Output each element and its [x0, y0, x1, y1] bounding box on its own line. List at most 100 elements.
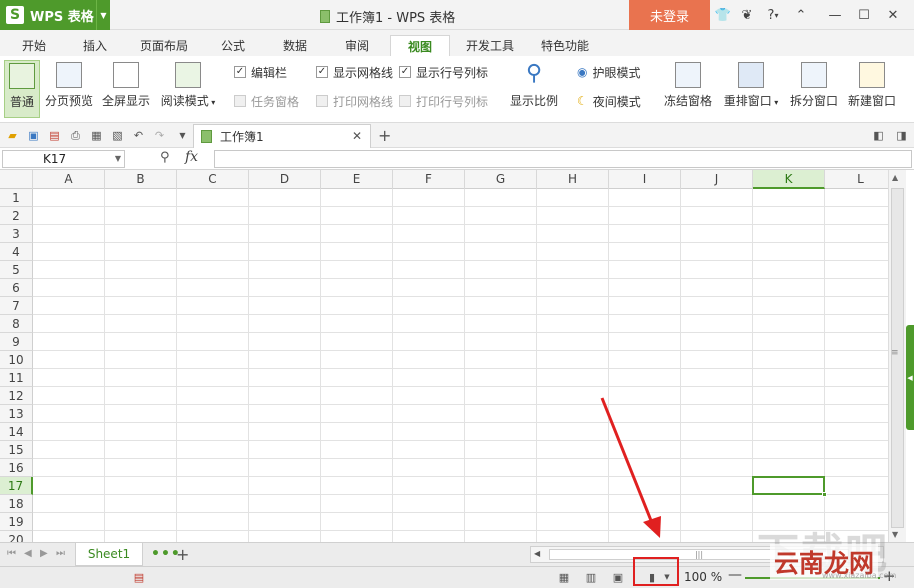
new-window-button[interactable]: 新建窗口 — [845, 60, 899, 118]
open-icon[interactable]: ▰ — [6, 129, 19, 142]
tab-data[interactable]: 数据 — [275, 35, 315, 56]
shirt-icon[interactable]: 👕 — [714, 6, 732, 24]
vertical-scroll-thumb[interactable] — [891, 188, 904, 528]
print-headings-checkbox[interactable]: 打印行号列标 — [399, 93, 488, 109]
close-icon[interactable]: ✕ — [884, 6, 902, 24]
row-header[interactable]: 5 — [0, 261, 33, 279]
column-header[interactable]: C — [177, 170, 249, 189]
tab-view[interactable]: 视图 — [390, 35, 450, 56]
page-layout-status-icon[interactable]: ▣ — [611, 571, 625, 584]
zoom-formula-icon[interactable]: ⚲ — [160, 150, 170, 165]
login-button[interactable]: 未登录 — [629, 0, 710, 30]
collapse-ribbon-icon[interactable]: ⌃ — [792, 6, 810, 24]
app-menu-dropdown-icon[interactable]: ▼ — [96, 0, 110, 30]
zoom-out-button[interactable]: — — [728, 567, 742, 583]
row-header[interactable]: 2 — [0, 207, 33, 225]
side-panel-toggle[interactable]: ◀ — [906, 325, 914, 430]
row-header[interactable]: 20 — [0, 531, 33, 542]
column-header[interactable]: B — [105, 170, 177, 189]
normal-view-status-icon[interactable]: ▦ — [557, 571, 571, 584]
tab-insert[interactable]: 插入 — [75, 35, 115, 56]
name-box[interactable]: K17 ▼ — [2, 150, 125, 168]
tab-start[interactable]: 开始 — [14, 35, 54, 56]
row-header[interactable]: 11 — [0, 369, 33, 387]
arrange-windows-button[interactable]: 重排窗口 ▾ — [720, 60, 782, 118]
eye-care-button[interactable]: ◉ 护眼模式 — [577, 64, 641, 80]
sheet-tab-sheet1[interactable]: Sheet1 — [75, 543, 143, 566]
tab-review[interactable]: 审阅 — [337, 35, 377, 56]
tab-developer[interactable]: 开发工具 — [459, 35, 521, 56]
last-sheet-icon[interactable]: ⏭ — [56, 548, 65, 559]
scroll-up-icon[interactable]: ▲ — [892, 173, 898, 182]
row-header[interactable]: 16 — [0, 459, 33, 477]
fill-handle[interactable] — [822, 492, 827, 497]
row-header[interactable]: 12 — [0, 387, 33, 405]
window-tile-icon[interactable]: ◧ — [872, 129, 885, 142]
next-sheet-icon[interactable]: ▶ — [40, 548, 48, 559]
column-header[interactable]: G — [465, 170, 537, 189]
export-pdf-icon[interactable]: ▤ — [48, 129, 61, 142]
normal-view-button[interactable]: 普通 — [4, 60, 40, 118]
row-header[interactable]: 4 — [0, 243, 33, 261]
show-headings-checkbox[interactable]: ✓ 显示行号列标 — [399, 64, 488, 80]
zoom-ratio-button[interactable]: ⚲ 显示比例 — [507, 60, 561, 118]
insert-function-icon[interactable]: fx — [185, 149, 198, 165]
tab-formulas[interactable]: 公式 — [213, 35, 253, 56]
fullscreen-button[interactable]: 全屏显示 — [100, 60, 152, 118]
column-header[interactable]: D — [249, 170, 321, 189]
new-tab-button[interactable]: + — [378, 126, 391, 145]
row-header[interactable]: 13 — [0, 405, 33, 423]
column-header[interactable]: A — [33, 170, 105, 189]
undo-icon[interactable]: ↶ — [132, 129, 145, 142]
task-pane-checkbox[interactable]: 任务窗格 — [234, 93, 299, 109]
row-header[interactable]: 17 — [0, 477, 33, 495]
maximize-icon[interactable]: ☐ — [855, 6, 873, 24]
customize-toolbar-icon[interactable]: ▼ — [176, 129, 189, 142]
scroll-down-icon[interactable]: ▼ — [892, 530, 898, 539]
row-header[interactable]: 7 — [0, 297, 33, 315]
split-window-button[interactable]: 拆分窗口 — [787, 60, 841, 118]
column-header[interactable]: H — [537, 170, 609, 189]
minimize-icon[interactable]: — — [826, 6, 844, 24]
name-box-dropdown-icon[interactable]: ▼ — [115, 151, 121, 167]
redo-icon[interactable]: ↷ — [153, 129, 166, 142]
column-header[interactable]: F — [393, 170, 465, 189]
show-gridlines-checkbox[interactable]: ✓ 显示网格线 — [316, 64, 393, 80]
page-break-status-icon[interactable]: ▥ — [584, 571, 598, 584]
page-break-preview-button[interactable]: 分页预览 — [43, 60, 95, 118]
prev-sheet-icon[interactable]: ◀ — [24, 548, 32, 559]
add-sheet-button[interactable]: + — [176, 545, 189, 564]
row-header[interactable]: 6 — [0, 279, 33, 297]
row-header[interactable]: 18 — [0, 495, 33, 513]
row-header[interactable]: 1 — [0, 189, 33, 207]
tab-page-layout[interactable]: 页面布局 — [133, 35, 195, 56]
active-cell[interactable] — [752, 476, 827, 497]
macro-record-icon[interactable]: ▤ — [132, 571, 146, 584]
print-icon[interactable]: ⎙ — [69, 129, 82, 142]
formula-input[interactable] — [214, 150, 912, 168]
row-header[interactable]: 8 — [0, 315, 33, 333]
first-sheet-icon[interactable]: ⏮ — [7, 548, 16, 559]
scroll-left-icon[interactable]: ◀ — [534, 549, 540, 558]
select-all-corner[interactable] — [0, 170, 33, 189]
spreadsheet-grid[interactable]: ABCDEFGHIJKL 1 2 3 4 5 6 7 8 9 10 11 12 13 14 15 16 17 18… — [0, 170, 888, 542]
row-header[interactable]: 10 — [0, 351, 33, 369]
column-header[interactable]: I — [609, 170, 681, 189]
row-header[interactable]: 3 — [0, 225, 33, 243]
print-gridlines-checkbox[interactable]: 打印网格线 — [316, 93, 393, 109]
edit-bar-checkbox[interactable]: ✓ 编辑栏 — [234, 64, 287, 80]
document-tab-close-icon[interactable]: ✕ — [352, 129, 362, 143]
row-header[interactable]: 14 — [0, 423, 33, 441]
column-header[interactable]: K — [753, 170, 825, 189]
app-menu-button[interactable]: S WPS 表格 ▼ — [0, 0, 110, 30]
row-header[interactable]: 9 — [0, 333, 33, 351]
freeze-panes-button[interactable]: 冻结窗格 — [661, 60, 715, 118]
tab-special[interactable]: 特色功能 — [534, 35, 596, 56]
column-header[interactable]: J — [681, 170, 753, 189]
help-icon[interactable]: ? ▾ — [762, 6, 784, 24]
skin-icon[interactable]: ❦ — [738, 6, 756, 24]
column-header[interactable]: E — [321, 170, 393, 189]
window-restore-icon[interactable]: ◨ — [895, 129, 908, 142]
column-header[interactable]: L — [825, 170, 888, 189]
document-tab[interactable]: 工作簿1 ✕ — [193, 124, 371, 148]
